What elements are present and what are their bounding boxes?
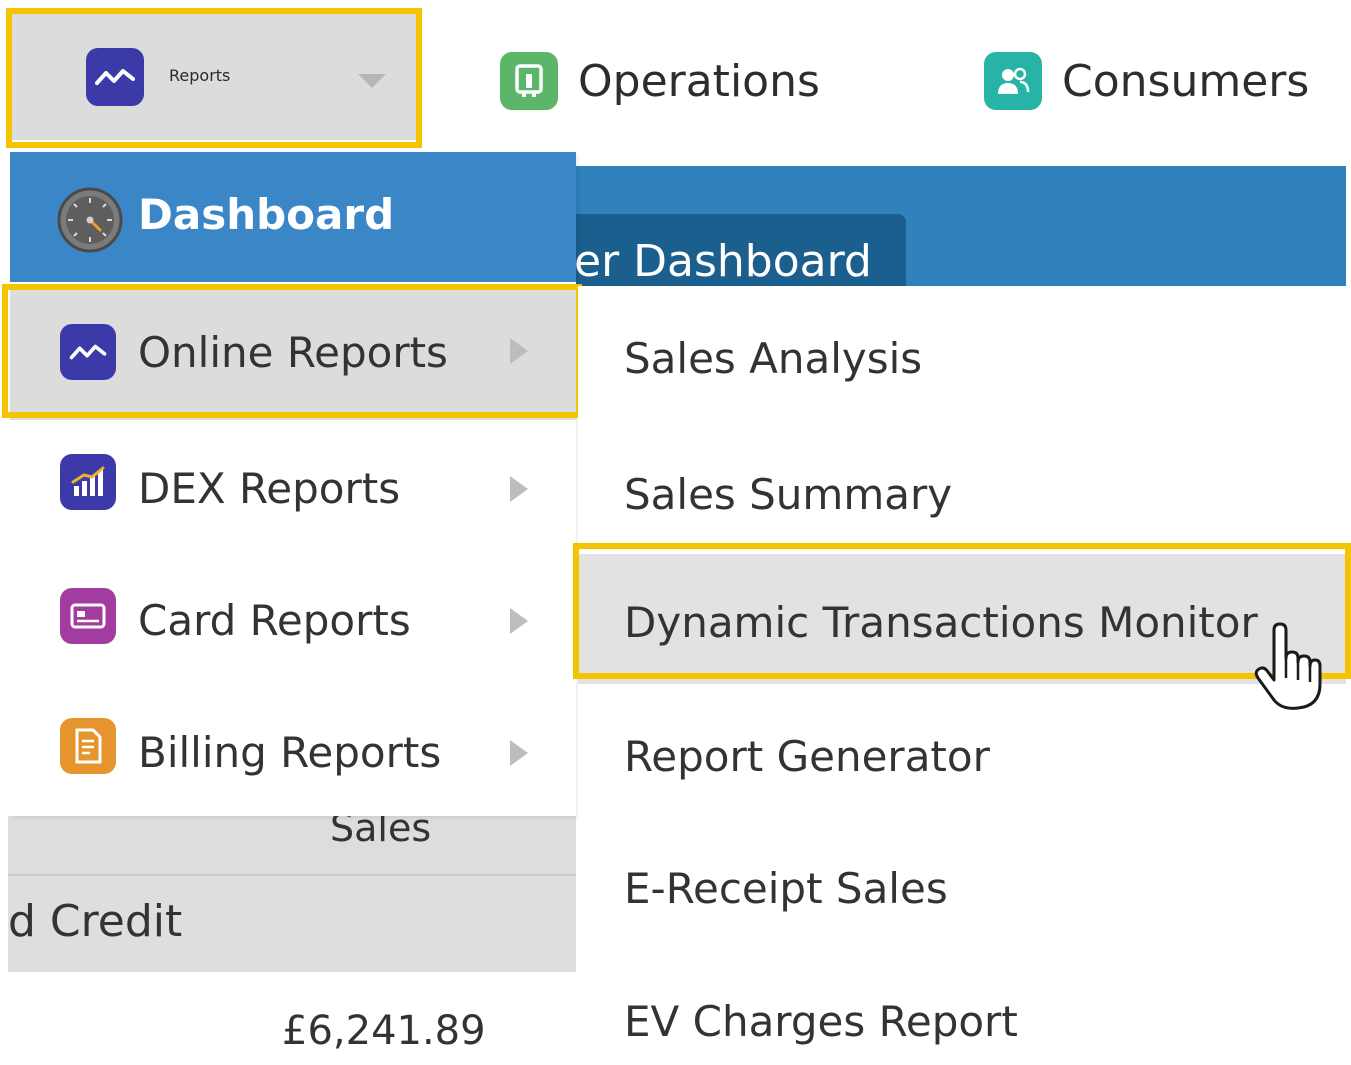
nav-reports-label: Reports	[169, 66, 231, 85]
menu-item-card-reports-label: Card Reports	[138, 596, 411, 645]
menu-item-billing-reports[interactable]: Billing Reports	[10, 686, 576, 816]
card-icon	[60, 588, 116, 644]
chevron-right-icon	[510, 476, 528, 502]
table-header-row	[8, 816, 576, 876]
submenu-item-ev-charges-report[interactable]: EV Charges Report	[578, 935, 1346, 1065]
activity-chart-icon	[86, 48, 144, 106]
chevron-down-icon	[358, 74, 386, 88]
consumers-icon	[984, 52, 1042, 110]
menu-item-online-reports[interactable]: Online Reports	[10, 290, 576, 420]
submenu-item-label: Sales Analysis	[624, 334, 923, 383]
gauge-icon	[56, 186, 124, 258]
nav-operations[interactable]: Operations	[500, 52, 820, 110]
credit-label: d Credit	[8, 896, 183, 947]
activity-chart-icon	[60, 324, 116, 380]
chevron-right-icon	[510, 740, 528, 766]
menu-item-dex-reports-label: DEX Reports	[138, 464, 401, 513]
nav-reports[interactable]: Reports	[12, 14, 416, 140]
chevron-right-icon	[510, 608, 528, 634]
nav-consumers-label: Consumers	[1062, 55, 1310, 107]
bar-chart-icon	[60, 454, 116, 510]
submenu-item-sales-summary[interactable]: Sales Summary	[578, 420, 1346, 550]
menu-item-dashboard[interactable]: Dashboard	[10, 152, 576, 282]
submenu-item-label: EV Charges Report	[624, 997, 1018, 1046]
menu-item-online-reports-label: Online Reports	[138, 328, 448, 377]
menu-item-card-reports[interactable]: Card Reports	[10, 554, 576, 684]
submenu-item-sales-analysis[interactable]: Sales Analysis	[578, 290, 1346, 420]
hand-cursor-icon	[1252, 622, 1324, 716]
submenu-item-label: Sales Summary	[624, 470, 953, 519]
menu-item-dex-reports[interactable]: DEX Reports	[10, 422, 576, 552]
submenu-item-e-receipt-sales[interactable]: E-Receipt Sales	[578, 818, 1346, 948]
nav-operations-label: Operations	[578, 55, 820, 107]
operations-icon	[500, 52, 558, 110]
submenu-item-label: E-Receipt Sales	[624, 864, 948, 913]
dashboard-tab[interactable]: er Dashboard	[560, 214, 906, 286]
submenu-item-label: Report Generator	[624, 732, 990, 781]
menu-item-billing-reports-label: Billing Reports	[138, 728, 442, 777]
amount-value: £6,241.89	[282, 1008, 486, 1054]
chevron-right-icon	[510, 338, 528, 364]
submenu-item-report-generator[interactable]: Report Generator	[578, 686, 1346, 816]
submenu-item-label: Dynamic Transactions Monitor	[624, 598, 1258, 647]
billing-icon	[60, 718, 116, 774]
submenu-item-dynamic-transactions-monitor[interactable]: Dynamic Transactions Monitor	[578, 554, 1346, 684]
nav-consumers[interactable]: Consumers	[984, 52, 1309, 110]
menu-item-dashboard-label: Dashboard	[138, 190, 395, 239]
